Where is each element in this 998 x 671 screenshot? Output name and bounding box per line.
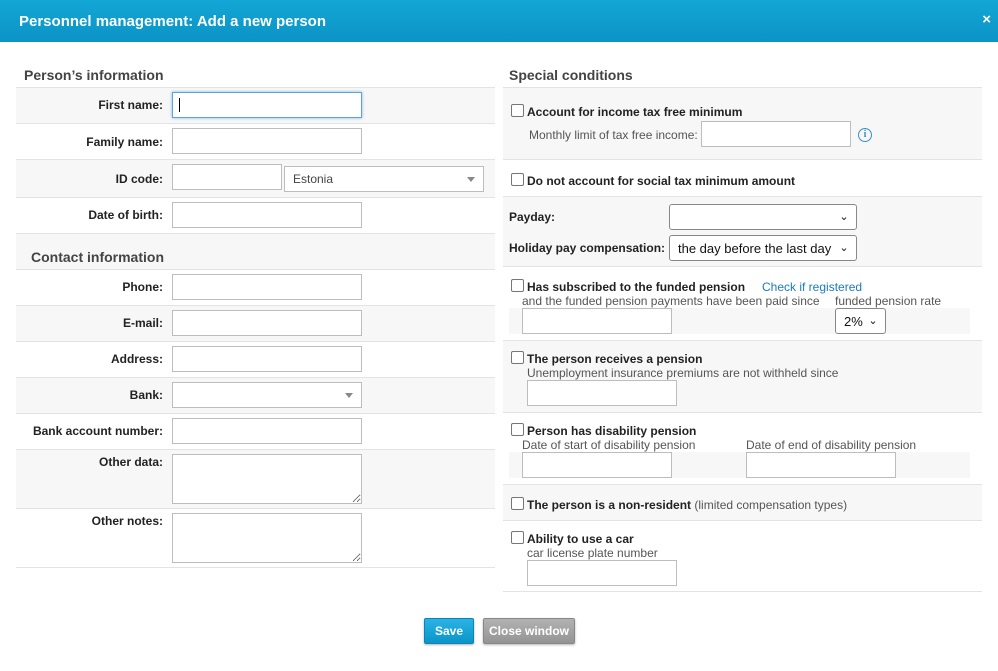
address-input[interactable] xyxy=(172,346,362,372)
car-plate-label: car license plate number xyxy=(527,546,658,560)
other-notes-label: Other notes: xyxy=(91,514,163,528)
email-input[interactable] xyxy=(172,310,362,336)
contact-info-title: Contact information xyxy=(31,249,164,265)
check-registered-link[interactable]: Check if registered xyxy=(762,280,862,294)
funded-rate-value: 2% xyxy=(844,314,863,329)
info-icon[interactable]: i xyxy=(858,128,872,142)
social-tax-label: Do not account for social tax minimum am… xyxy=(527,174,796,188)
dob-input[interactable] xyxy=(172,202,362,228)
car-label: Ability to use a car xyxy=(527,532,634,546)
disability-end-input[interactable] xyxy=(746,452,896,478)
special-conditions-title: Special conditions xyxy=(509,67,633,83)
dob-label: Date of birth: xyxy=(88,208,163,222)
disability-start-label: Date of start of disability pension xyxy=(522,438,696,452)
holiday-pay-select[interactable]: the day before the last day ⌄ xyxy=(669,235,857,261)
other-data-textarea[interactable] xyxy=(172,454,362,504)
close-icon[interactable]: × xyxy=(982,12,991,28)
address-label: Address: xyxy=(110,352,163,366)
window-title: Personnel management: Add a new person xyxy=(19,12,327,30)
holiday-pay-select-value: the day before the last day xyxy=(678,241,832,256)
family-name-input[interactable] xyxy=(172,128,362,154)
disability-start-input[interactable] xyxy=(522,452,672,478)
car-checkbox[interactable] xyxy=(511,531,524,544)
chevron-down-icon: ⌄ xyxy=(835,206,853,228)
chevron-down-icon: ⌄ xyxy=(835,237,853,259)
tax-free-label: Account for income tax free minimum xyxy=(527,105,743,119)
chevron-down-icon xyxy=(345,393,353,398)
bank-label: Bank: xyxy=(129,388,163,402)
country-select-value: Estonia xyxy=(293,172,334,186)
funded-pension-label: Has subscribed to the funded pension xyxy=(527,280,746,294)
first-name-label: First name: xyxy=(98,98,163,112)
funded-since-label: and the funded pension payments have bee… xyxy=(522,294,820,308)
payday-label: Payday: xyxy=(509,210,556,224)
first-name-input[interactable] xyxy=(172,92,362,118)
person-info-title: Person’s information xyxy=(24,67,164,83)
disability-checkbox[interactable] xyxy=(511,423,524,436)
pension-since-input[interactable] xyxy=(527,380,677,406)
nonresident-label: The person is a non-resident (limited co… xyxy=(527,498,847,512)
funded-rate-label: funded pension rate xyxy=(835,294,942,308)
family-name-label: Family name: xyxy=(86,135,163,149)
save-button[interactable]: Save xyxy=(424,618,474,644)
text-caret xyxy=(179,98,180,112)
funded-pension-checkbox[interactable] xyxy=(511,279,524,292)
email-label: E-mail: xyxy=(122,316,163,330)
bank-account-input[interactable] xyxy=(172,418,362,444)
funded-since-input[interactable] xyxy=(522,308,672,334)
disability-end-label: Date of end of disability pension xyxy=(746,438,917,452)
other-data-label: Other data: xyxy=(98,455,163,469)
social-tax-checkbox[interactable] xyxy=(511,173,524,186)
payday-select[interactable]: ⌄ xyxy=(669,204,857,230)
funded-rate-select[interactable]: 2% ⌄ xyxy=(835,308,886,334)
pension-checkbox[interactable] xyxy=(511,351,524,364)
window-titlebar: Personnel management: Add a new person xyxy=(0,0,998,42)
monthly-limit-input[interactable] xyxy=(701,121,851,147)
phone-input[interactable] xyxy=(172,274,362,300)
bank-select[interactable] xyxy=(172,382,362,408)
nonresident-checkbox[interactable] xyxy=(511,497,524,510)
nonresident-note: (limited compensation types) xyxy=(694,498,848,512)
other-notes-textarea[interactable] xyxy=(172,513,362,563)
monthly-limit-label: Monthly limit of tax free income: xyxy=(529,128,698,142)
chevron-down-icon: ⌄ xyxy=(864,310,882,332)
country-select[interactable]: Estonia xyxy=(284,166,484,192)
disability-label: Person has disability pension xyxy=(527,424,697,438)
id-code-label: ID code: xyxy=(115,172,163,186)
id-code-input[interactable] xyxy=(172,164,282,190)
phone-label: Phone: xyxy=(122,280,163,294)
pension-label: The person receives a pension xyxy=(527,352,703,366)
nonresident-label-text: The person is a non-resident xyxy=(527,498,692,512)
holiday-pay-label: Holiday pay compensation: xyxy=(509,241,666,255)
car-plate-input[interactable] xyxy=(527,560,677,586)
tax-free-checkbox[interactable] xyxy=(511,104,524,117)
bank-account-label: Bank account number: xyxy=(32,424,163,438)
unemployment-label: Unemployment insurance premiums are not … xyxy=(527,366,839,380)
close-window-button[interactable]: Close window xyxy=(483,618,575,644)
chevron-down-icon xyxy=(467,177,475,182)
